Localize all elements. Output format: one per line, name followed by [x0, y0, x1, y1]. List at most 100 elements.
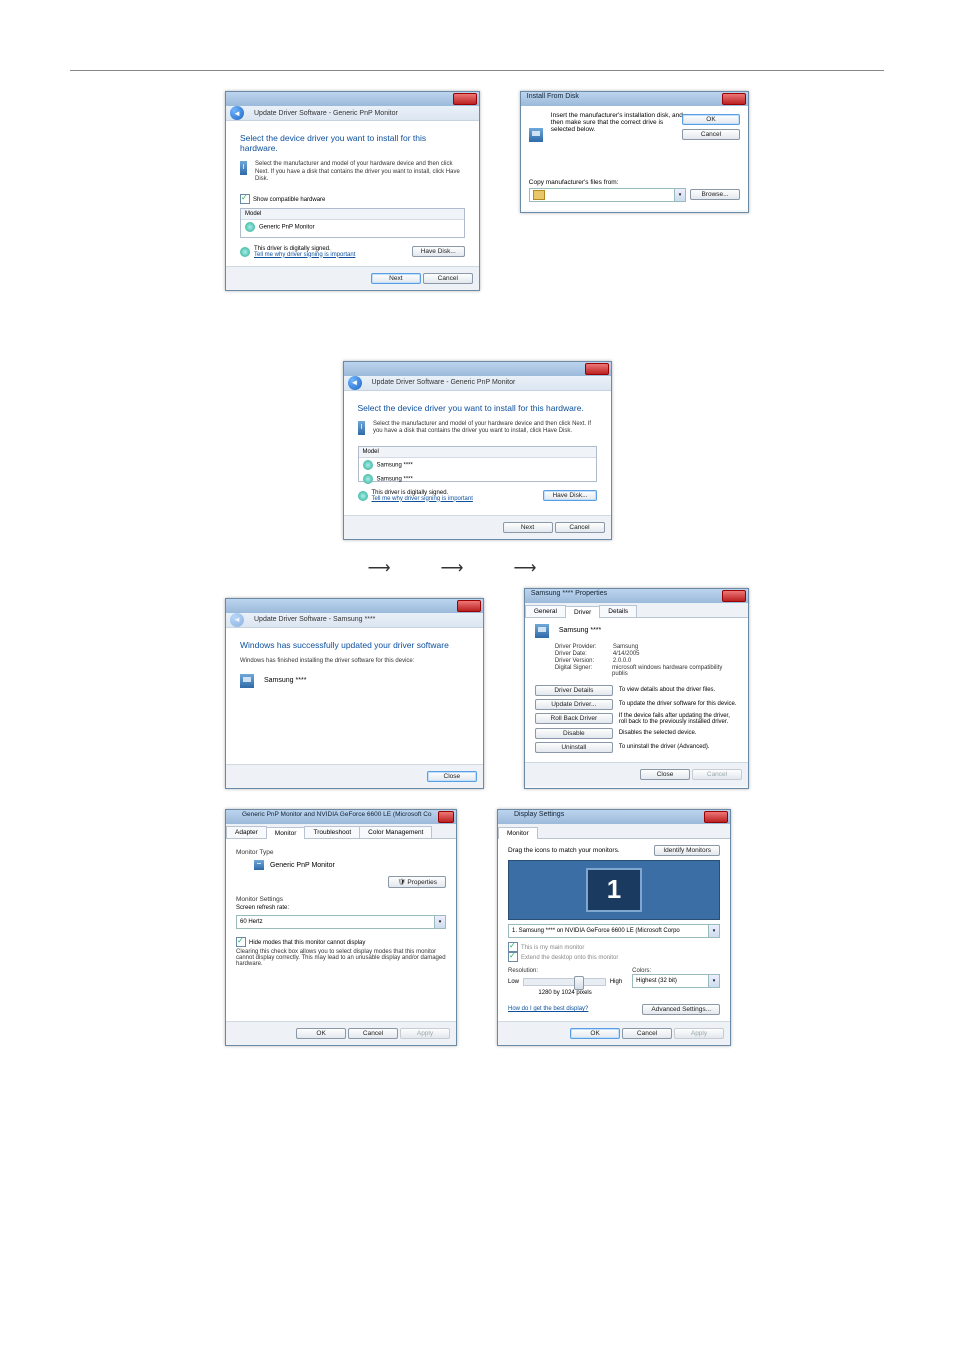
uninstall-button[interactable]: Uninstall	[535, 742, 613, 753]
ok-button[interactable]: OK	[682, 114, 740, 125]
monitor-settings-label: Monitor Settings	[236, 896, 446, 903]
monitor-layout-canvas[interactable]: 1	[508, 860, 720, 920]
monitor-icon	[254, 860, 264, 870]
kv-key: Driver Version:	[555, 658, 613, 664]
model-listbox[interactable]: Model Samsung **** Samsung ****	[358, 446, 597, 482]
button-desc: If the device fails after updating the d…	[619, 713, 738, 725]
ok-button[interactable]: OK	[296, 1028, 346, 1039]
device-name: Samsung ****	[559, 627, 601, 634]
chevron-down-icon[interactable]: ▾	[708, 925, 719, 937]
tab-monitor[interactable]: Monitor	[498, 827, 538, 839]
back-button: ◄	[230, 613, 244, 627]
monitor-icon	[240, 674, 254, 688]
tab-color[interactable]: Color Management	[359, 826, 432, 838]
close-icon[interactable]	[438, 811, 454, 823]
kv-key: Digital Signer:	[555, 665, 612, 677]
refresh-rate-combo[interactable]: 60 Hertz▾	[236, 915, 446, 929]
dialog-title: Samsung **** Properties	[531, 590, 607, 597]
wizard-instruction: Select the manufacturer and model of you…	[373, 421, 597, 436]
signing-link[interactable]: Tell me why driver signing is important	[372, 496, 473, 502]
success-subtext: Windows has finished installing the driv…	[240, 658, 469, 664]
cancel-button[interactable]: Cancel	[682, 129, 740, 140]
close-icon[interactable]	[722, 590, 746, 602]
rollback-button[interactable]: Roll Back Driver	[535, 713, 613, 724]
dialog-title: Display Settings	[514, 811, 564, 818]
update-driver-wizard-2: ◄ Update Driver Software - Generic PnP M…	[343, 361, 612, 540]
close-icon[interactable]	[457, 600, 481, 612]
cancel-button[interactable]: Cancel	[555, 522, 605, 533]
disk-icon	[240, 161, 247, 175]
properties-button[interactable]: 🛡 Properties	[388, 876, 446, 888]
disable-button[interactable]: Disable	[535, 728, 613, 739]
monitor-1-icon[interactable]: 1	[586, 868, 642, 912]
show-compatible-checkbox[interactable]	[240, 194, 250, 204]
kv-value: microsoft windows hardware compatibility…	[612, 665, 738, 677]
folder-icon	[533, 190, 545, 200]
back-button[interactable]: ◄	[230, 106, 244, 120]
signing-link[interactable]: Tell me why driver signing is important	[254, 252, 355, 258]
identify-monitors-button[interactable]: Identify Monitors	[654, 845, 720, 856]
list-item[interactable]: Generic PnP Monitor	[241, 220, 464, 234]
close-icon[interactable]	[453, 93, 477, 105]
kv-key: Driver Date:	[555, 651, 613, 657]
display-settings-dialog: Display Settings Monitor Drag the icons …	[497, 809, 731, 1046]
properties-tabs: General Driver Details	[525, 603, 748, 618]
monitor-select-combo[interactable]: 1. Samsung **** on NVIDIA GeForce 6600 L…	[508, 924, 720, 938]
wizard-nav-title: Update Driver Software - Generic PnP Mon…	[254, 110, 398, 117]
apply-button: Apply	[400, 1028, 450, 1039]
close-button[interactable]: Close	[640, 769, 690, 780]
list-item[interactable]: Samsung ****	[359, 472, 596, 486]
wizard-nav: ◄ Update Driver Software - Generic PnP M…	[226, 106, 479, 121]
hide-modes-label: Hide modes that this monitor cannot disp…	[249, 939, 365, 945]
close-icon[interactable]	[722, 93, 746, 105]
driver-details-button[interactable]: Driver Details	[535, 685, 613, 696]
hide-modes-checkbox[interactable]	[236, 937, 246, 947]
monitor-icon	[535, 624, 549, 638]
tab-monitor[interactable]: Monitor	[266, 827, 306, 839]
tab-troubleshoot[interactable]: Troubleshoot	[304, 826, 360, 838]
install-from-disk-dialog: Install From Disk Insert the manufacture…	[520, 91, 749, 213]
chevron-down-icon[interactable]: ▾	[434, 916, 445, 928]
kv-value: 4/14/2005	[613, 651, 640, 657]
drag-label: Drag the icons to match your monitors.	[508, 847, 620, 854]
tab-adapter[interactable]: Adapter	[226, 826, 267, 838]
monitor-type-value: Generic PnP Monitor	[270, 861, 335, 868]
cancel-button[interactable]: Cancel	[423, 273, 473, 284]
best-display-link[interactable]: How do I get the best display?	[508, 1006, 588, 1012]
tab-general[interactable]: General	[525, 605, 566, 617]
close-icon[interactable]	[704, 811, 728, 823]
list-item[interactable]: Samsung ****	[359, 458, 596, 472]
browse-button[interactable]: Browse...	[690, 189, 740, 200]
next-button[interactable]: Next	[371, 273, 421, 284]
cancel-button: Cancel	[692, 769, 742, 780]
tab-details[interactable]: Details	[599, 605, 637, 617]
have-disk-button[interactable]: Have Disk...	[543, 490, 596, 501]
chevron-down-icon[interactable]: ▾	[708, 975, 719, 987]
extend-desktop-label: Extend the desktop onto this monitor	[521, 954, 618, 960]
model-header: Model	[359, 447, 596, 458]
advanced-settings-button[interactable]: Advanced Settings...	[642, 1004, 720, 1015]
apply-button: Apply	[674, 1028, 724, 1039]
close-icon[interactable]	[585, 363, 609, 375]
model-listbox[interactable]: Model Generic PnP Monitor	[240, 208, 465, 238]
next-button[interactable]: Next	[503, 522, 553, 533]
copy-from-combo[interactable]: ▾	[529, 188, 686, 202]
resolution-slider[interactable]	[523, 978, 606, 986]
tab-driver[interactable]: Driver	[565, 606, 600, 618]
cert-icon	[363, 460, 373, 470]
have-disk-button[interactable]: Have Disk...	[412, 246, 465, 257]
wizard-heading: Select the device driver you want to ins…	[358, 403, 597, 413]
refresh-rate-label: Screen refresh rate:	[236, 905, 446, 911]
update-driver-button[interactable]: Update Driver...	[535, 699, 613, 710]
resolution-value: 1280 by 1024 pixels	[508, 990, 622, 996]
chevron-down-icon[interactable]: ▾	[674, 189, 685, 201]
ok-button[interactable]: OK	[570, 1028, 620, 1039]
button-desc: To view details about the driver files.	[619, 687, 715, 693]
hide-modes-desc: Clearing this check box allows you to se…	[236, 949, 446, 967]
close-button[interactable]: Close	[427, 771, 477, 782]
extend-desktop-checkbox	[508, 952, 518, 962]
colors-combo[interactable]: Highest (32 bit)▾	[632, 974, 720, 988]
cancel-button[interactable]: Cancel	[622, 1028, 672, 1039]
back-button[interactable]: ◄	[348, 376, 362, 390]
cancel-button[interactable]: Cancel	[348, 1028, 398, 1039]
